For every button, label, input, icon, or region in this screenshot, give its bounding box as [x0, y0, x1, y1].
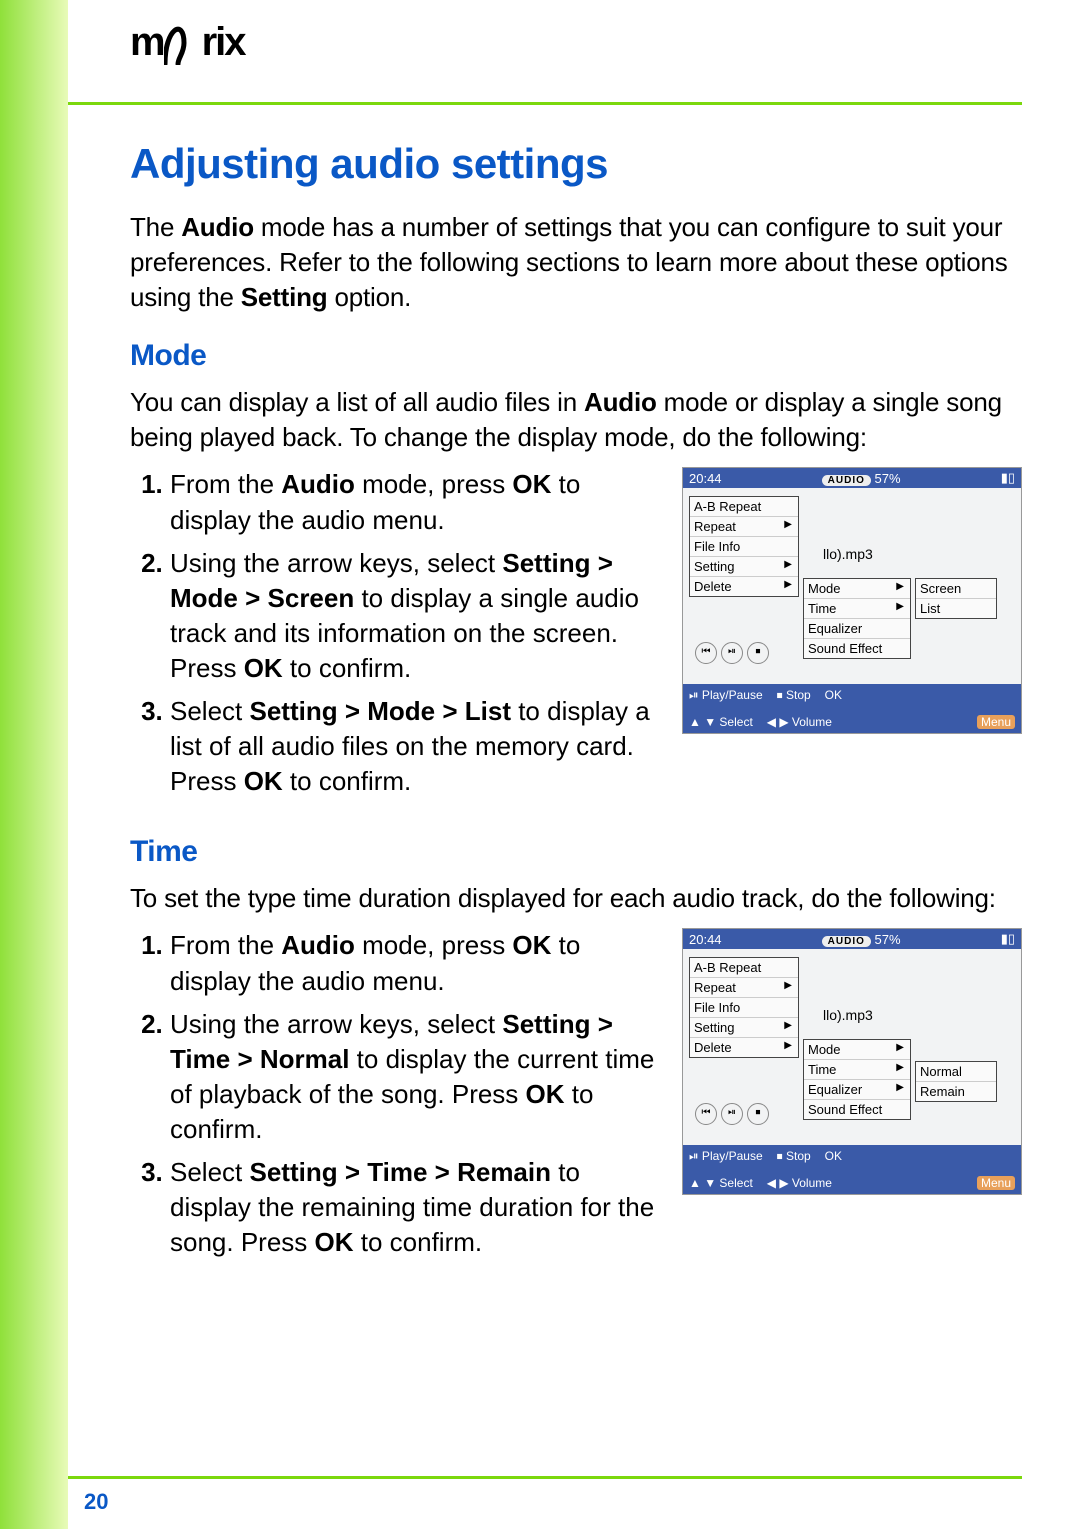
device-menu-1: A-B Repeat Repeat▶ File Info Setting▶ De… [689, 496, 799, 597]
step-2: Using the arrow keys, select Setting > M… [170, 546, 664, 686]
step-3: Select Setting > Time > Remain to displa… [170, 1155, 664, 1260]
page-number: 20 [84, 1489, 108, 1515]
device-song: llo).mp3 [823, 546, 873, 562]
text: The [130, 212, 181, 242]
step-1: From the Audio mode, press OK to display… [170, 467, 664, 537]
mode-intro: You can display a list of all audio file… [130, 385, 1022, 455]
time-steps: From the Audio mode, press OK to display… [130, 928, 664, 1260]
audio-pill: AUDIO [822, 936, 871, 947]
text: You can display a list of all audio file… [130, 387, 584, 417]
step-3: Select Setting > Mode > List to display … [170, 694, 664, 799]
mode-steps: From the Audio mode, press OK to display… [130, 467, 664, 799]
audio-pill: AUDIO [822, 475, 871, 486]
brand-logo: mrix [130, 20, 245, 65]
device-clock: 20:44 [689, 471, 722, 486]
device-clock: 20:44 [689, 932, 722, 947]
device-screenshot-mode: 20:44 AUDIO 57% ▮▯ llo).mp3 A-B Repeat R… [682, 467, 1022, 734]
battery-pct: 57% [875, 932, 901, 947]
page-title: Adjusting audio settings [130, 140, 1022, 188]
page-green-rail [0, 0, 68, 1529]
device-menu-3: Normal Remain [915, 1061, 997, 1102]
header-rule [68, 102, 1022, 105]
transport-icons: ⏮⏯⏹ [695, 642, 769, 664]
device-menu-3: Screen List [915, 578, 997, 619]
battery-pct: 57% [875, 471, 901, 486]
heading-mode: Mode [130, 339, 1022, 373]
step-2: Using the arrow keys, select Setting > T… [170, 1007, 664, 1147]
page-content: Adjusting audio settings The Audio mode … [130, 140, 1022, 1272]
time-intro: To set the type time duration displayed … [130, 881, 1022, 916]
device-footer: ⏯ Play/Pause⏹ StopOK ▲ ▼ Select◀ ▶ Volum… [683, 1145, 1021, 1194]
text-bold: Audio [584, 387, 657, 417]
text: option. [327, 282, 411, 312]
device-song: llo).mp3 [823, 1007, 873, 1023]
battery-icon: ▮▯ [1001, 470, 1015, 486]
text-bold: Setting [241, 282, 328, 312]
intro-paragraph: The Audio mode has a number of settings … [130, 210, 1022, 315]
device-footer: ⏯ Play/Pause⏹ StopOK ▲ ▼ Select◀ ▶ Volum… [683, 684, 1021, 733]
device-menu-1: A-B Repeat Repeat▶ File Info Setting▶ De… [689, 957, 799, 1058]
heading-time: Time [130, 835, 1022, 869]
transport-icons: ⏮⏯⏹ [695, 1103, 769, 1125]
step-1: From the Audio mode, press OK to display… [170, 928, 664, 998]
text-bold: Audio [181, 212, 254, 242]
battery-icon: ▮▯ [1001, 931, 1015, 947]
footer-rule [68, 1476, 1022, 1479]
device-screenshot-time: 20:44 AUDIO 57% ▮▯ llo).mp3 A-B Repeat R… [682, 928, 1022, 1195]
device-menu-2: Mode▶ Time▶ Equalizer Sound Effect [803, 578, 911, 659]
device-menu-2: Mode▶ Time▶ Equalizer▶ Sound Effect [803, 1039, 911, 1120]
